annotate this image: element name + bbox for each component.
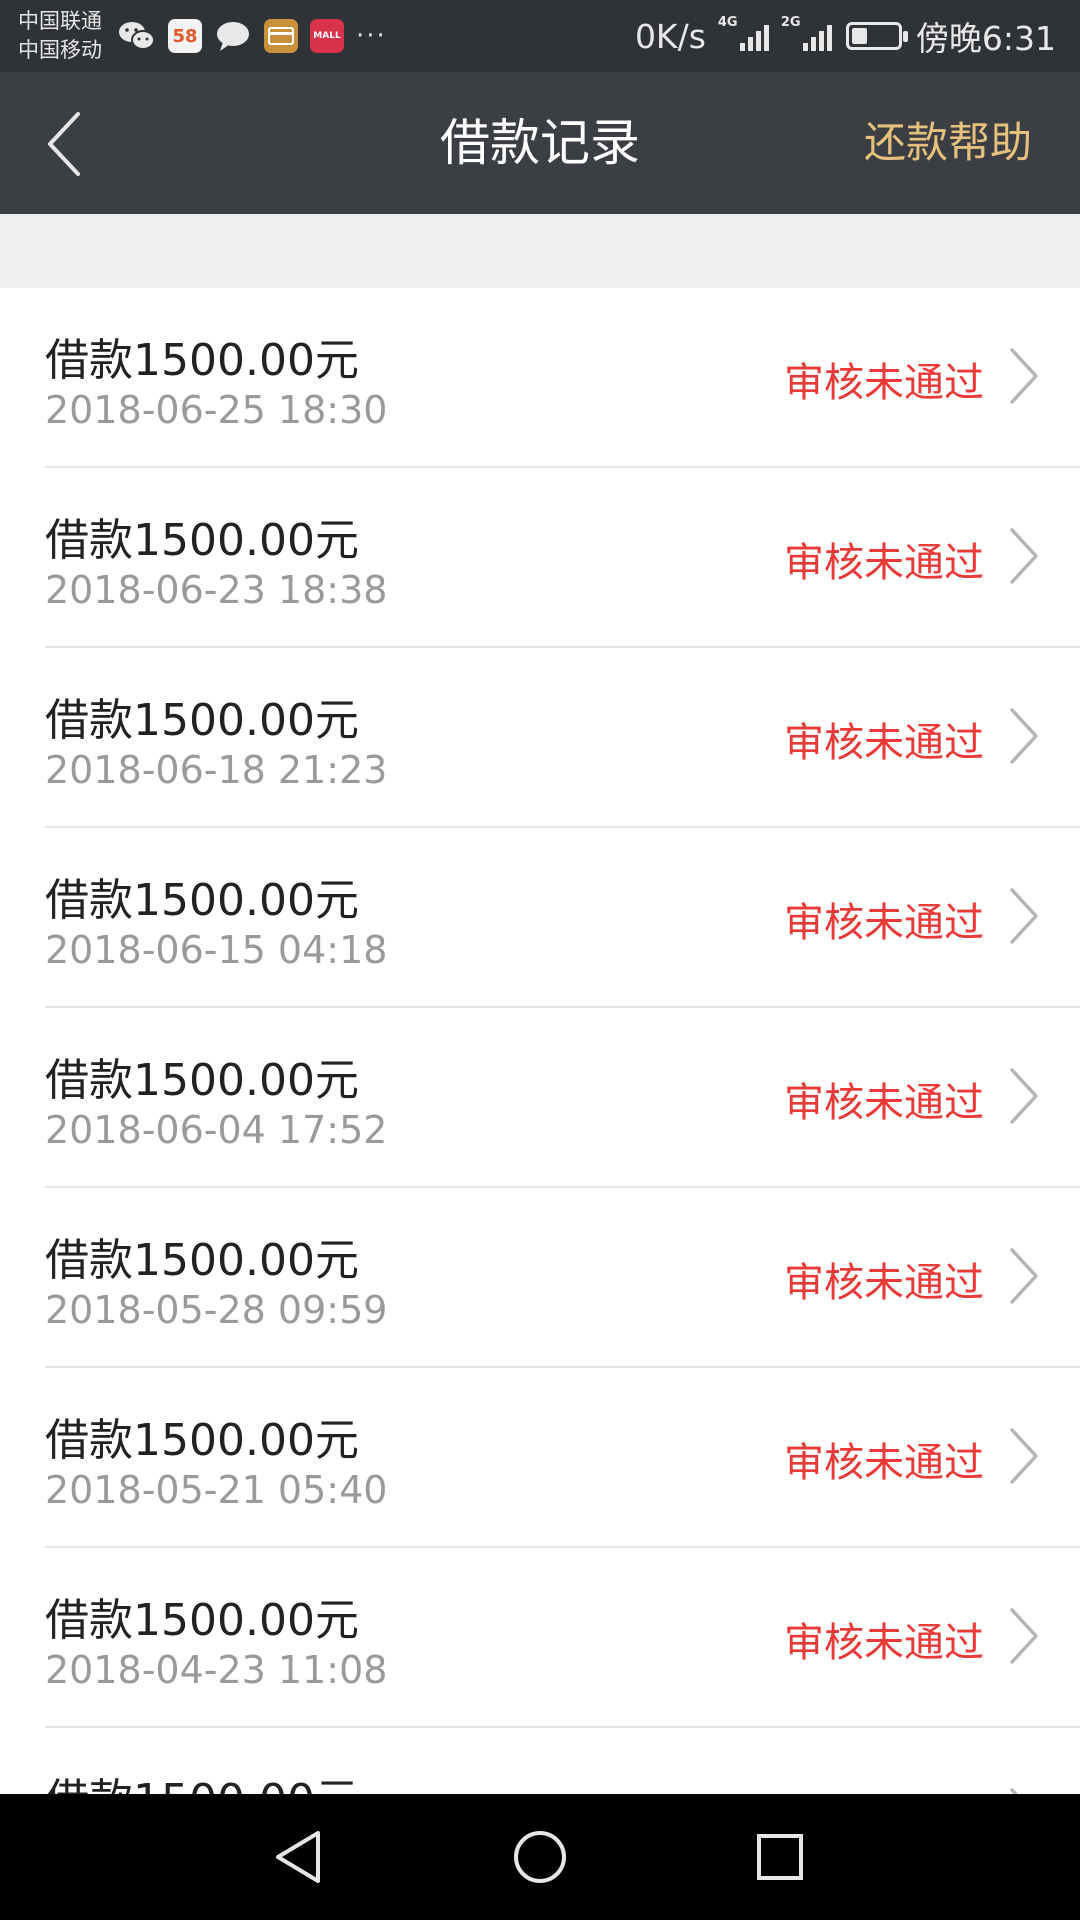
loan-amount: 借款1500.00元 [45,1415,359,1466]
status-indicators: 0K/s 4G 2G 傍晚6:31 [635,0,1056,72]
sim1-signal-icon: 4G [718,15,769,51]
square-recents-icon [757,1834,803,1880]
chevron-right-icon [1010,348,1038,404]
sim2-network-type: 2G [780,15,801,30]
network-speed: 0K/s [634,16,706,56]
review-status: 审核未通过 [784,1080,984,1126]
loan-amount: 借款1500.00元 [45,515,359,566]
chevron-right-icon [1010,1608,1038,1664]
chevron-right-icon [1010,888,1038,944]
loan-record-row[interactable]: 借款1500.00元 2018-06-04 17:52 审核未通过 [0,1008,1080,1188]
wallet-card-icon [264,19,298,53]
loan-amount: 借款1500.00元 [45,1595,359,1646]
battery-icon [845,22,908,50]
clock: 傍晚6:31 [915,19,1056,58]
loan-amount: 借款1500.00元 [45,1764,359,1794]
loan-datetime: 2018-06-25 18:30 [45,388,388,432]
chevron-left-icon [48,112,80,176]
circle-home-icon [514,1831,566,1883]
notification-icons: 58 MALL ··· [118,16,387,56]
message-icon [214,19,252,53]
mall-app-icon: MALL [310,19,344,53]
review-status: 审核未通过 [784,360,984,406]
carrier-info: 中国联通 中国移动 [18,7,102,65]
loan-record-row[interactable]: 借款1500.00元 2018-06-25 18:30 审核未通过 [0,288,1080,468]
system-home-button[interactable] [508,1825,572,1889]
nav-bar: 借款记录 还款帮助 [0,72,1080,214]
sim1-network-type: 4G [717,15,738,30]
loan-record-row[interactable]: 借款1500.00元 2018-05-21 05:40 审核未通过 [0,1368,1080,1548]
system-recents-button[interactable] [748,1825,812,1889]
loan-record-row[interactable]: 借款1500.00元 [0,1728,1080,1794]
more-notifications-icon: ··· [356,21,387,51]
repayment-help-link[interactable]: 还款帮助 [864,72,1032,214]
wechat-icon [118,19,156,53]
loan-datetime: 2018-06-23 18:38 [45,568,388,612]
review-status: 审核未通过 [784,1620,984,1666]
review-status: 审核未通过 [784,1440,984,1486]
58-app-icon: 58 [168,19,202,53]
screen: 中国联通 中国移动 58 MALL ··· 0K/s 4G 2G 傍晚6:31 … [0,0,1080,1920]
sim2-signal-icon: 2G [781,15,832,51]
section-spacer [0,214,1080,288]
loan-amount: 借款1500.00元 [45,1055,359,1106]
loan-datetime: 2018-06-18 21:23 [45,748,388,792]
loan-record-row[interactable]: 借款1500.00元 2018-06-15 04:18 审核未通过 [0,828,1080,1008]
loan-amount: 借款1500.00元 [45,1235,359,1286]
loan-amount: 借款1500.00元 [45,695,359,746]
battery-level [851,28,867,44]
system-back-button[interactable] [266,1825,330,1889]
status-bar: 中国联通 中国移动 58 MALL ··· 0K/s 4G 2G 傍晚6:31 [0,0,1080,72]
review-status: 审核未通过 [784,720,984,766]
chevron-right-icon [1010,528,1038,584]
chevron-right-icon [1010,1788,1019,1794]
loan-record-row[interactable]: 借款1500.00元 2018-06-23 18:38 审核未通过 [0,468,1080,648]
loan-datetime: 2018-05-28 09:59 [45,1288,388,1332]
loan-record-list: 借款1500.00元 2018-06-25 18:30 审核未通过 借款1500… [0,288,1080,1794]
triangle-back-icon [276,1831,320,1883]
review-status: 审核未通过 [784,1260,984,1306]
carrier-2: 中国移动 [18,38,102,62]
loan-amount: 借款1500.00元 [45,335,359,386]
chevron-right-icon [1010,708,1038,764]
review-status: 审核未通过 [784,900,984,946]
chevron-right-icon [1010,1428,1038,1484]
loan-record-row[interactable]: 借款1500.00元 2018-06-18 21:23 审核未通过 [0,648,1080,828]
chevron-right-icon [1010,1068,1038,1124]
chevron-right-icon [1010,1248,1038,1304]
system-navigation-bar [0,1794,1080,1920]
carrier-1: 中国联通 [18,9,102,33]
review-status: 审核未通过 [784,540,984,586]
loan-datetime: 2018-06-04 17:52 [45,1108,388,1152]
loan-datetime: 2018-05-21 05:40 [45,1468,388,1512]
back-button[interactable] [34,106,94,182]
loan-datetime: 2018-06-15 04:18 [45,928,388,972]
loan-amount: 借款1500.00元 [45,875,359,926]
loan-record-row[interactable]: 借款1500.00元 2018-05-28 09:59 审核未通过 [0,1188,1080,1368]
loan-record-row[interactable]: 借款1500.00元 2018-04-23 11:08 审核未通过 [0,1548,1080,1728]
loan-datetime: 2018-04-23 11:08 [45,1648,388,1692]
